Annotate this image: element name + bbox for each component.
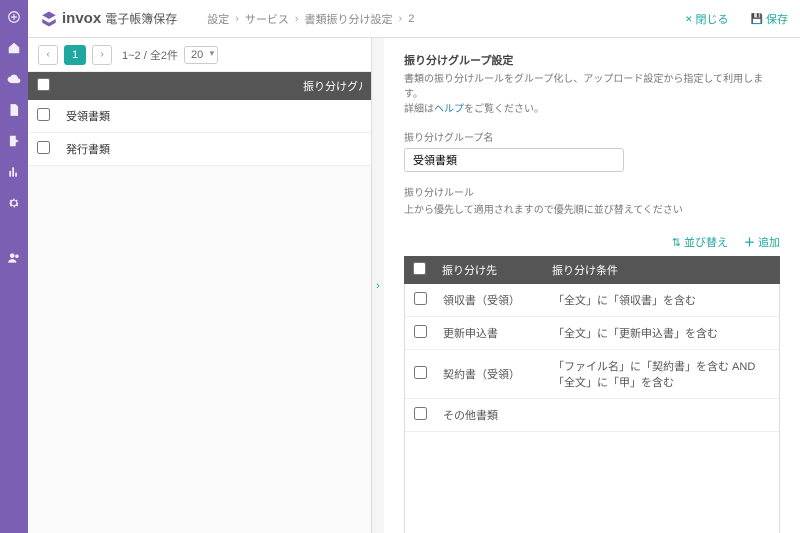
logo-text: invox xyxy=(62,10,101,27)
rule-dest-cell: 領収書（受領） xyxy=(435,284,545,317)
table-row[interactable]: 発行書類 xyxy=(28,133,371,166)
save-icon xyxy=(751,13,763,25)
nav-sidebar xyxy=(0,0,28,533)
table-row[interactable]: 領収書（受領）「全文」に「領収書」を含む xyxy=(405,284,779,317)
group-name-cell: 受領書類 xyxy=(58,100,371,133)
save-button[interactable]: 保存 xyxy=(751,11,788,27)
gear-icon[interactable] xyxy=(7,196,21,213)
users-icon[interactable] xyxy=(7,251,21,268)
left-pane: ‹ 1 › 1~2 / 全2件 20 振り分けグループ名 受領書類発行書類 xyxy=(28,38,372,533)
home-icon[interactable] xyxy=(7,41,21,58)
group-name-input[interactable] xyxy=(404,148,624,172)
field-label: 振り分けルール xyxy=(404,184,780,199)
nav-item[interactable] xyxy=(7,10,21,27)
export-icon[interactable] xyxy=(7,134,21,151)
column-header: 振り分け条件 xyxy=(544,256,780,284)
section-title: 振り分けグループ設定 xyxy=(404,52,780,68)
app-logo: invox 電子帳簿保存 xyxy=(40,10,177,28)
select-all-checkbox[interactable] xyxy=(37,78,50,91)
breadcrumb-item[interactable]: 書類振り分け設定 xyxy=(305,11,393,27)
sort-icon xyxy=(672,236,681,249)
close-button[interactable]: 閉じる xyxy=(685,11,729,27)
rule-cond-cell: 「ファイル名」に「契約書」を含む AND 「全文」に「甲」を含む xyxy=(545,350,779,399)
sort-button[interactable]: 並び替え xyxy=(672,234,728,250)
row-checkbox[interactable] xyxy=(37,141,50,154)
select-all-rules-checkbox[interactable] xyxy=(413,262,426,275)
rule-dest-cell: 更新申込書 xyxy=(435,317,545,350)
row-checkbox[interactable] xyxy=(414,292,427,305)
plus-icon xyxy=(744,234,755,250)
field-label: 振り分けグループ名 xyxy=(404,129,780,144)
rule-table: 振り分け先 振り分け条件 xyxy=(404,256,780,284)
table-row[interactable]: 契約書（受領）「ファイル名」に「契約書」を含む AND 「全文」に「甲」を含む xyxy=(405,350,779,399)
prev-page-button[interactable]: ‹ xyxy=(38,45,58,65)
breadcrumb: 設定› サービス› 書類振り分け設定› 2 xyxy=(207,11,414,27)
logo-sub: 電子帳簿保存 xyxy=(105,10,177,27)
detail-pane: 振り分けグループ設定 書類の振り分けルールをグループ化し、アップロード設定から指… xyxy=(384,38,800,533)
next-page-button[interactable]: › xyxy=(92,45,112,65)
current-page[interactable]: 1 xyxy=(64,45,86,65)
row-checkbox[interactable] xyxy=(414,366,427,379)
logo-icon xyxy=(40,10,58,28)
column-header: 振り分け先 xyxy=(434,256,544,284)
pager: ‹ 1 › 1~2 / 全2件 20 xyxy=(28,38,371,72)
rule-dest-cell: その他書類 xyxy=(435,399,545,432)
chart-icon[interactable] xyxy=(7,165,21,182)
breadcrumb-item[interactable]: 設定 xyxy=(207,11,229,27)
rule-cond-cell: 「全文」に「領収書」を含む xyxy=(545,284,779,317)
breadcrumb-item[interactable]: サービス xyxy=(245,11,289,27)
section-desc: 書類の振り分けルールをグループ化し、アップロード設定から指定して利用します。 詳… xyxy=(404,72,780,117)
cloud-upload-icon[interactable] xyxy=(7,72,21,89)
rule-cond-cell xyxy=(545,399,779,432)
page-range: 1~2 / 全2件 xyxy=(122,47,178,63)
table-row[interactable]: 更新申込書「全文」に「更新申込書」を含む xyxy=(405,317,779,350)
column-header: 振り分けグループ名 xyxy=(58,72,371,100)
breadcrumb-item: 2 xyxy=(408,13,414,25)
row-checkbox[interactable] xyxy=(37,108,50,121)
close-icon xyxy=(685,13,693,25)
row-checkbox[interactable] xyxy=(414,407,427,420)
rule-cond-cell: 「全文」に「更新申込書」を含む xyxy=(545,317,779,350)
group-name-cell: 発行書類 xyxy=(58,133,371,166)
row-checkbox[interactable] xyxy=(414,325,427,338)
table-row[interactable]: 受領書類 xyxy=(28,100,371,133)
rule-note: 上から優先して適用されますので優先順に並び替えてください xyxy=(404,203,780,218)
rule-dest-cell: 契約書（受領） xyxy=(435,350,545,399)
help-link[interactable]: ヘルプ xyxy=(434,104,464,115)
add-button[interactable]: 追加 xyxy=(744,234,780,250)
collapse-handle[interactable]: › xyxy=(372,38,384,533)
table-row[interactable]: その他書類 xyxy=(405,399,779,432)
document-icon[interactable] xyxy=(7,103,21,120)
page-size-select[interactable]: 20 xyxy=(184,46,218,64)
app-header: invox 電子帳簿保存 設定› サービス› 書類振り分け設定› 2 閉じる 保… xyxy=(28,0,800,38)
group-table: 振り分けグループ名 受領書類発行書類 xyxy=(28,72,371,166)
